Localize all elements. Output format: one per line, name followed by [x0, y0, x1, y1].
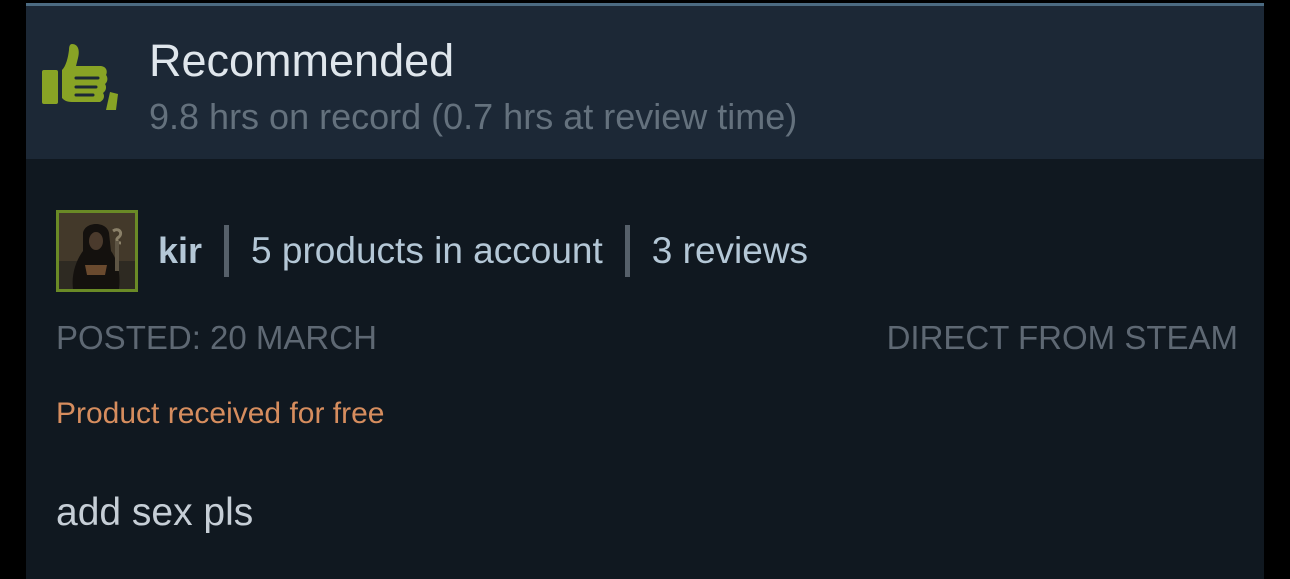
- hooded-figure-avatar: [59, 213, 135, 289]
- divider: [224, 225, 230, 277]
- thumbs-up-icon: [42, 44, 118, 110]
- review-header[interactable]: Recommended 9.8 hrs on record (0.7 hrs a…: [26, 6, 1264, 159]
- hours-on-record: 9.8 hrs on record (0.7 hrs at review tim…: [149, 96, 798, 137]
- divider: [624, 225, 630, 277]
- posted-date: POSTED: 20 MARCH: [56, 319, 377, 356]
- verdict-title: Recommended: [149, 35, 455, 86]
- review-count[interactable]: 3 reviews: [652, 230, 808, 272]
- avatar[interactable]: [56, 210, 138, 292]
- products-in-account[interactable]: 5 products in account: [251, 230, 603, 272]
- review-source: DIRECT FROM STEAM: [886, 319, 1238, 356]
- author-name[interactable]: kir: [158, 230, 202, 272]
- review-body: add sex pls: [56, 491, 254, 534]
- author-row: kir 5 products in account 3 reviews: [56, 210, 808, 292]
- received-for-free-label: Product received for free: [56, 397, 385, 430]
- review-card: Recommended 9.8 hrs on record (0.7 hrs a…: [26, 3, 1264, 579]
